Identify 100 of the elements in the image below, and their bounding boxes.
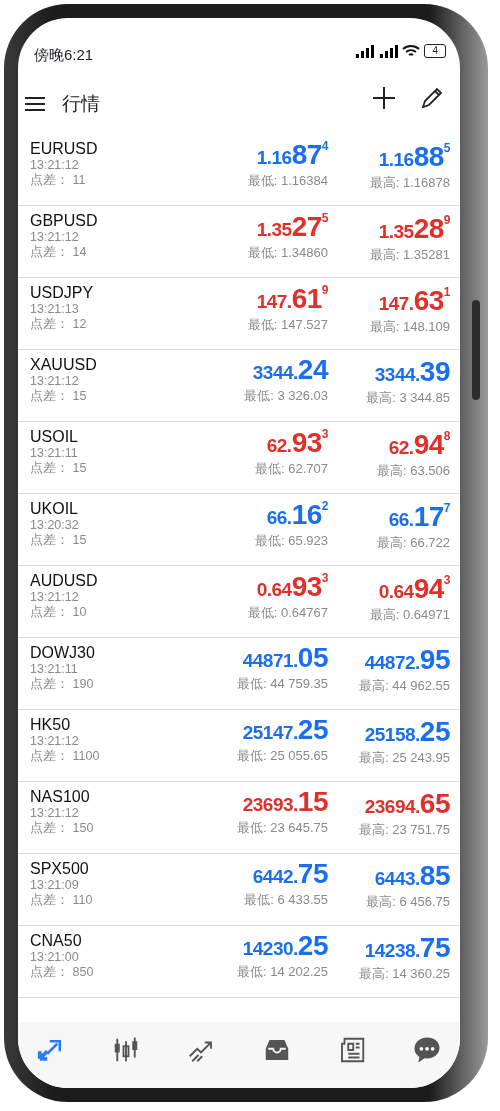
spread-value: 点差： 1100 [30,749,101,765]
ask-price: 0.6494$^{3}$ [378,574,450,603]
status-time: 傍晚6:21 [34,45,94,65]
quote-time: 13:21:12 [30,373,80,389]
high-price: 最高: 25 243.95 [357,749,450,767]
bid-price: 62.93$^{3}$ [266,428,328,457]
quote-time: 13:21:13 [30,301,80,317]
low-price: 最低: 6 433.55 [243,891,328,909]
high-price: 最高: 14 360.25 [357,965,450,983]
spread-value: 点差： 15 [30,389,88,405]
spread-value: 点差： 10 [30,605,88,621]
quote-time: 13:21:09 [30,877,80,893]
high-price: 最高: 23 751.75 [357,821,450,839]
quote-time: 13:21:12 [30,589,80,605]
ask-price: 66.17$^{7}$ [388,502,450,531]
quote-row[interactable]: DOWJ30 13:21:11 点差： 190 44871.05 最低: 44 759.35 44872.95 最高: 44 962.55 [18,638,460,710]
screen-title: 行情 [62,91,100,116]
quote-row[interactable]: HK50 13:21:12 点差： 1100 25147.25 最低: 25 055.65 25158.25 最高: 25 243.95 [18,710,460,782]
menu-icon[interactable] [24,96,46,112]
high-price: 最高: 1.16878 [368,174,450,192]
symbol-name: CNA50 [30,932,83,950]
low-price: 最低: 25 055.65 [235,747,328,765]
low-price: 最低: 0.64767 [246,604,328,622]
ask-price: 3344.39 [374,358,450,386]
spread-value: 点差： 150 [30,821,95,837]
ask-price: 62.94$^{8}$ [388,430,450,459]
symbol-name: USOIL [30,428,79,446]
quote-row[interactable]: SPX500 13:21:09 点差： 110 6442.75 最低: 6 433.55 6443.85 最高: 6 456.75 [18,854,460,926]
symbol-name: AUDUSD [30,572,99,590]
bid-price: 1.1687$^{4}$ [256,140,328,169]
symbol-name: EURUSD [30,140,99,158]
ask-price: 1.1688$^{5}$ [378,142,450,171]
ask-price: 23694.65 [364,790,450,818]
low-price: 最低: 147.527 [246,316,328,334]
bid-price: 0.6493$^{3}$ [256,572,328,601]
quote-time: 13:20:32 [30,517,80,533]
quote-time: 13:21:12 [30,157,80,173]
quote-row[interactable]: XAUUSD 13:21:12 点差： 15 3344.24 最低: 3 326.03 3344.39 最高: 3 344.85 [18,350,460,422]
quote-row[interactable]: GBPUSD 13:21:12 点差： 14 1.3527$^{5}$ 最低: 1.34860 1.3528$^{9}$ 最高: 1.35281 [18,206,460,278]
symbol-name: DOWJ30 [30,644,96,662]
spread-value: 点差： 12 [30,317,88,333]
signal-icon [354,44,375,58]
low-price: 最低: 65.923 [254,532,328,550]
symbol-name: HK50 [30,716,72,734]
ask-price: 1.3528$^{9}$ [378,214,450,243]
bid-price: 147.61$^{9}$ [256,284,328,313]
quote-time: 13:21:00 [30,949,80,965]
low-price: 最低: 23 645.75 [235,819,328,837]
high-price: 最高: 63.506 [376,462,450,480]
spread-value: 点差： 15 [30,533,88,549]
bid-price: 23693.15 [242,788,328,816]
symbol-name: NAS100 [30,788,91,806]
quote-row[interactable]: USOIL 13:21:11 点差： 15 62.93$^{3}$ 最低: 62.707 62.94$^{8}$ 最高: 63.506 [18,422,460,494]
symbol-name: SPX500 [30,860,90,878]
spread-value: 点差： 110 [30,893,94,909]
low-price: 最低: 44 759.35 [235,675,328,693]
quote-row[interactable]: EURUSD 13:21:12 点差： 11 1.1687$^{4}$ 最低: 1.16384 1.1688$^{5}$ 最高: 1.16878 [18,134,460,206]
quote-row[interactable]: CNA50 13:21:00 点差： 850 14230.25 最低: 14 202.25 14238.75 最高: 14 360.25 [18,926,460,998]
high-price: 最高: 6 456.75 [365,893,450,911]
bid-price: 25147.25 [242,716,328,744]
ask-price: 44872.95 [364,646,450,674]
bid-price: 44871.05 [242,644,328,672]
spread-value: 点差： 14 [30,245,88,261]
quote-time: 13:21:12 [30,805,80,821]
spread-value: 点差： 190 [30,677,95,693]
spread-value: 点差： 15 [30,461,88,477]
ask-price: 147.63$^{1}$ [378,286,450,315]
quote-time: 13:21:11 [30,445,79,461]
high-price: 最高: 3 344.85 [365,389,450,407]
low-price: 最低: 1.34860 [246,244,328,262]
quote-time: 13:21:11 [30,661,79,677]
quote-row[interactable]: AUDUSD 13:21:12 点差： 10 0.6493$^{3}$ 最低: 0.64767 0.6494$^{3}$ 最高: 0.64971 [18,566,460,638]
ask-price: 14238.75 [364,934,450,962]
low-price: 最低: 3 326.03 [243,387,328,405]
high-price: 最高: 148.109 [368,318,450,336]
low-price: 最低: 1.16384 [246,172,328,190]
bid-price: 14230.25 [242,932,328,960]
wifi-icon [402,44,421,58]
spread-value: 点差： 11 [30,173,87,189]
quote-row[interactable]: USDJPY 13:21:13 点差： 12 147.61$^{9}$ 最低: 147.527 147.63$^{1}$ 最高: 148.109 [18,278,460,350]
bid-price: 1.3527$^{5}$ [256,212,328,241]
quote-row[interactable]: NAS100 13:21:12 点差： 150 23693.15 最低: 23 645.75 23694.65 最高: 23 751.75 [18,782,460,854]
spread-value: 点差： 850 [30,965,95,981]
signal-icon [378,44,399,58]
pencil-icon[interactable] [420,86,444,110]
high-price: 最高: 66.722 [376,534,450,552]
quote-time: 13:21:12 [30,229,80,245]
symbol-name: USDJPY [30,284,95,302]
ask-price: 6443.85 [374,862,450,890]
symbol-name: XAUUSD [30,356,98,374]
bid-price: 66.16$^{2}$ [266,500,328,529]
symbol-name: UKOIL [30,500,79,518]
add-icon[interactable] [372,86,396,110]
high-price: 最高: 1.35281 [368,246,450,264]
high-price: 最高: 44 962.55 [357,677,450,695]
symbol-name: GBPUSD [30,212,99,230]
high-price: 最高: 0.64971 [368,606,450,624]
bid-price: 3344.24 [252,356,328,384]
quote-row[interactable]: UKOIL 13:20:32 点差： 15 66.16$^{2}$ 最低: 65.923 66.17$^{7}$ 最高: 66.722 [18,494,460,566]
bid-price: 6442.75 [252,860,328,888]
